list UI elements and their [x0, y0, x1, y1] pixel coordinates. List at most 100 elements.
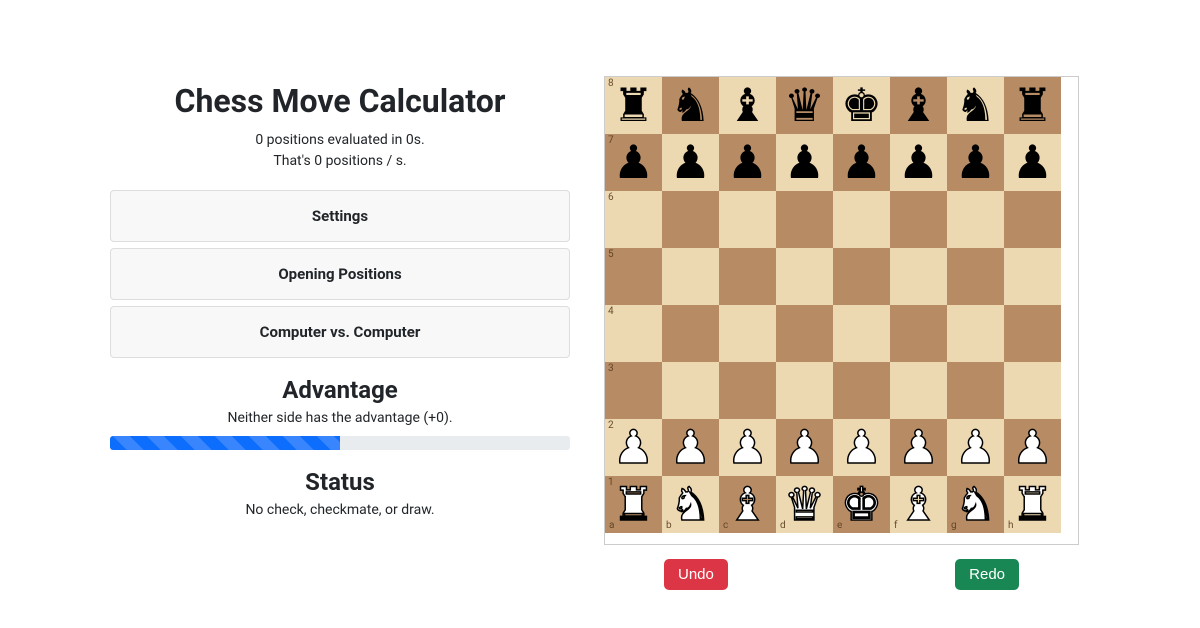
square-a2[interactable]: 2	[605, 419, 662, 476]
square-e3[interactable]	[833, 362, 890, 419]
square-h8[interactable]	[1004, 77, 1061, 134]
square-h3[interactable]	[1004, 362, 1061, 419]
square-h7[interactable]	[1004, 134, 1061, 191]
black-pawn-icon	[898, 140, 939, 186]
rank-label: 7	[608, 136, 614, 146]
square-a6[interactable]: 6	[605, 191, 662, 248]
square-c8[interactable]	[719, 77, 776, 134]
square-g1[interactable]: g	[947, 476, 1004, 533]
square-g4[interactable]	[947, 305, 1004, 362]
square-c6[interactable]	[719, 191, 776, 248]
square-h4[interactable]	[1004, 305, 1061, 362]
square-f2[interactable]	[890, 419, 947, 476]
black-bishop-icon	[898, 83, 939, 129]
square-e4[interactable]	[833, 305, 890, 362]
white-pawn-icon	[841, 425, 882, 471]
square-a4[interactable]: 4	[605, 305, 662, 362]
white-knight-icon	[955, 482, 996, 528]
square-g5[interactable]	[947, 248, 1004, 305]
undo-button[interactable]: Undo	[664, 559, 728, 590]
square-e7[interactable]	[833, 134, 890, 191]
square-f8[interactable]	[890, 77, 947, 134]
square-c7[interactable]	[719, 134, 776, 191]
square-a7[interactable]: 7	[605, 134, 662, 191]
white-knight-icon	[670, 482, 711, 528]
rank-label: 3	[608, 364, 614, 374]
square-f5[interactable]	[890, 248, 947, 305]
settings-section[interactable]: Settings	[110, 190, 570, 242]
status-text: No check, checkmate, or draw.	[110, 502, 570, 518]
square-g3[interactable]	[947, 362, 1004, 419]
rank-label: 8	[608, 79, 614, 89]
square-c1[interactable]: c	[719, 476, 776, 533]
square-g8[interactable]	[947, 77, 1004, 134]
square-e2[interactable]	[833, 419, 890, 476]
square-d3[interactable]	[776, 362, 833, 419]
square-f3[interactable]	[890, 362, 947, 419]
square-h1[interactable]: h	[1004, 476, 1061, 533]
white-pawn-icon	[613, 425, 654, 471]
black-pawn-icon	[1012, 140, 1053, 186]
file-label: c	[723, 521, 728, 531]
square-b2[interactable]	[662, 419, 719, 476]
white-pawn-icon	[784, 425, 825, 471]
square-a5[interactable]: 5	[605, 248, 662, 305]
stats-line-1: 0 positions evaluated in 0s.	[110, 130, 570, 151]
rank-label: 5	[608, 250, 614, 260]
square-g7[interactable]	[947, 134, 1004, 191]
white-queen-icon	[784, 482, 825, 528]
square-c2[interactable]	[719, 419, 776, 476]
square-c4[interactable]	[719, 305, 776, 362]
square-e6[interactable]	[833, 191, 890, 248]
square-c3[interactable]	[719, 362, 776, 419]
square-d2[interactable]	[776, 419, 833, 476]
chess-board[interactable]: 8 7 6 5 4 3 21abc def gh	[605, 77, 1061, 533]
square-c5[interactable]	[719, 248, 776, 305]
square-f6[interactable]	[890, 191, 947, 248]
square-b8[interactable]	[662, 77, 719, 134]
square-a1[interactable]: 1a	[605, 476, 662, 533]
stats-line-2: That's 0 positions / s.	[110, 151, 570, 172]
redo-button[interactable]: Redo	[955, 559, 1019, 590]
square-f7[interactable]	[890, 134, 947, 191]
square-f4[interactable]	[890, 305, 947, 362]
black-rook-icon	[613, 83, 654, 129]
square-b6[interactable]	[662, 191, 719, 248]
square-d6[interactable]	[776, 191, 833, 248]
square-b7[interactable]	[662, 134, 719, 191]
square-d8[interactable]	[776, 77, 833, 134]
file-label: a	[609, 521, 614, 531]
status-heading: Status	[110, 468, 570, 496]
black-rook-icon	[1012, 83, 1053, 129]
computer-vs-computer-section[interactable]: Computer vs. Computer	[110, 306, 570, 358]
square-d1[interactable]: d	[776, 476, 833, 533]
square-f1[interactable]: f	[890, 476, 947, 533]
square-a3[interactable]: 3	[605, 362, 662, 419]
file-label: f	[894, 521, 897, 531]
black-bishop-icon	[727, 83, 768, 129]
square-e5[interactable]	[833, 248, 890, 305]
white-king-icon	[841, 482, 882, 528]
square-e8[interactable]	[833, 77, 890, 134]
board-panel: 8 7 6 5 4 3 21abc def gh Undo Redo	[594, 0, 1200, 590]
square-g2[interactable]	[947, 419, 1004, 476]
square-a8[interactable]: 8	[605, 77, 662, 134]
square-b5[interactable]	[662, 248, 719, 305]
square-g6[interactable]	[947, 191, 1004, 248]
square-d7[interactable]	[776, 134, 833, 191]
square-h5[interactable]	[1004, 248, 1061, 305]
square-e1[interactable]: e	[833, 476, 890, 533]
square-b1[interactable]: b	[662, 476, 719, 533]
square-h2[interactable]	[1004, 419, 1061, 476]
opening-positions-section[interactable]: Opening Positions	[110, 248, 570, 300]
square-b3[interactable]	[662, 362, 719, 419]
square-b4[interactable]	[662, 305, 719, 362]
black-pawn-icon	[670, 140, 711, 186]
square-d4[interactable]	[776, 305, 833, 362]
advantage-heading: Advantage	[110, 376, 570, 404]
white-pawn-icon	[727, 425, 768, 471]
square-d5[interactable]	[776, 248, 833, 305]
board-scroll-area[interactable]: 8 7 6 5 4 3 21abc def gh	[604, 76, 1079, 545]
square-h6[interactable]	[1004, 191, 1061, 248]
white-bishop-icon	[727, 482, 768, 528]
